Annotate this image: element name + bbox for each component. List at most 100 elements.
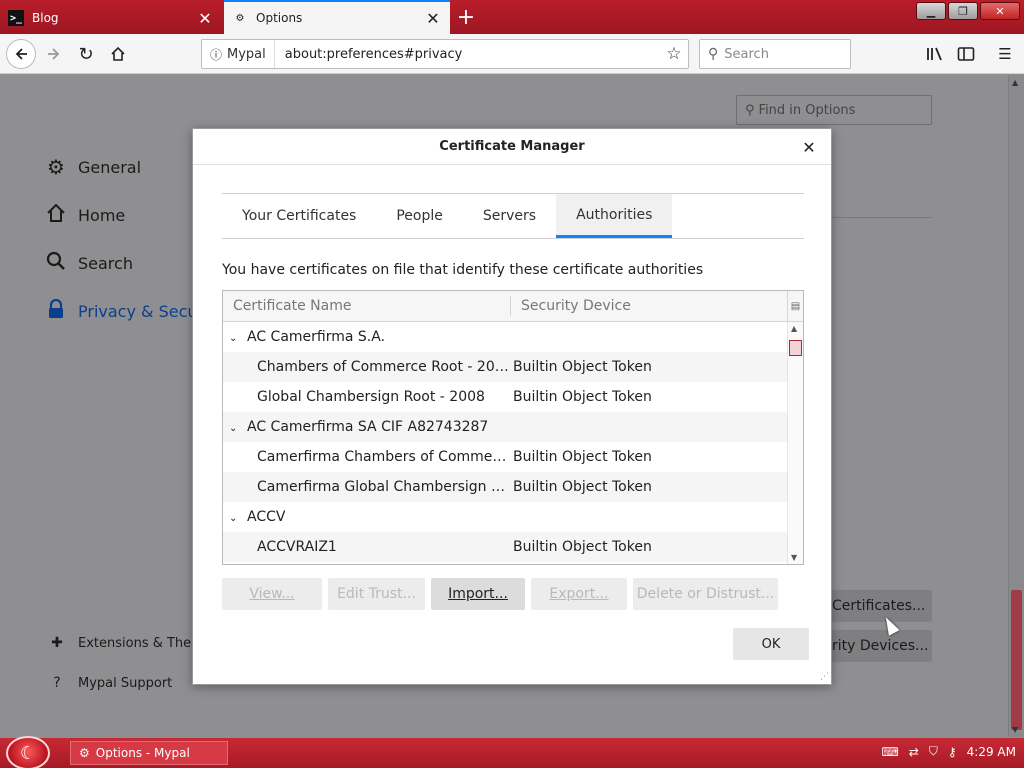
lock-icon: [44, 298, 68, 324]
tree-row[interactable]: ACCVRAIZ1 Builtin Object Token: [223, 532, 787, 562]
reload-button[interactable]: ↻: [72, 40, 100, 68]
gear-icon: ⚙: [79, 746, 90, 760]
search-bar[interactable]: ⚲ Search: [699, 39, 851, 69]
row-device: Builtin Object Token: [513, 449, 652, 465]
chevron-down-icon[interactable]: ⌄: [229, 333, 241, 344]
scroll-up-icon[interactable]: ▲: [791, 324, 797, 333]
ok-button[interactable]: OK: [733, 628, 809, 660]
home-button[interactable]: [104, 40, 132, 68]
view-button[interactable]: View...: [222, 578, 322, 610]
tab-your-certificates[interactable]: Your Certificates: [222, 194, 376, 238]
button-label: Edit Trust...: [337, 586, 416, 602]
close-tab-icon[interactable]: ✕: [424, 9, 442, 28]
column-security-device[interactable]: Security Device: [511, 298, 803, 314]
scroll-thumb[interactable]: [1011, 590, 1022, 730]
close-window-button[interactable]: ✕: [980, 2, 1020, 20]
scroll-up-icon[interactable]: ▲: [1012, 78, 1018, 87]
resize-grip-icon[interactable]: ⋰: [820, 672, 829, 682]
row-name: AC Camerfirma S.A.: [247, 329, 386, 345]
button-label: OK: [761, 636, 781, 652]
url-text[interactable]: about:preferences#privacy: [275, 47, 660, 62]
keyboard-icon[interactable]: ⌨: [881, 745, 898, 759]
url-bar[interactable]: ⓘ Mypal about:preferences#privacy ☆: [201, 39, 689, 69]
tab-options[interactable]: ⚙ Options ✕: [224, 0, 450, 34]
gear-icon: ⚙: [47, 155, 65, 179]
find-in-options-input[interactable]: ⚲ Find in Options: [736, 95, 932, 125]
button-label: Delete or Distrust...: [636, 586, 775, 602]
tab-people[interactable]: People: [376, 194, 463, 238]
category-label: Privacy & Securi: [78, 302, 209, 321]
network-icon[interactable]: ⇄: [909, 745, 919, 759]
support-link[interactable]: ? Mypal Support: [48, 675, 172, 691]
scroll-down-icon[interactable]: ▼: [791, 553, 797, 562]
bookmark-star-icon[interactable]: ☆: [660, 44, 688, 64]
tab-label: Your Certificates: [242, 208, 357, 224]
clock[interactable]: 4:29 AM: [967, 745, 1016, 759]
tree-row[interactable]: Camerfirma Global Chambersign Ro... Buil…: [223, 472, 787, 502]
category-home[interactable]: Home: [44, 203, 125, 228]
category-search[interactable]: Search: [44, 251, 133, 276]
system-tray: ⌨ ⇄ ⛉ ⚷ 4:29 AM: [881, 744, 1016, 759]
tree-row-group[interactable]: ⌄ ACCV: [223, 502, 787, 532]
forward-button[interactable]: [40, 40, 68, 68]
page-scrollbar[interactable]: ▲ ▼: [1008, 75, 1024, 737]
row-name: AC Camerfirma SA CIF A82743287: [247, 419, 489, 435]
row-device: Builtin Object Token: [513, 479, 652, 495]
dialog-header: Certificate Manager ✕: [193, 129, 831, 165]
button-label: Certificates...: [832, 598, 926, 614]
row-device: Builtin Object Token: [513, 359, 652, 375]
new-tab-button[interactable]: +: [452, 4, 480, 30]
section-divider: [832, 217, 932, 218]
close-tab-icon[interactable]: ✕: [196, 9, 214, 28]
chevron-down-icon[interactable]: ⌄: [229, 423, 241, 434]
tree-row[interactable]: Global Chambersign Root - 2008 Builtin O…: [223, 382, 787, 412]
library-icon[interactable]: [922, 42, 948, 66]
minimize-button[interactable]: ▁: [916, 2, 946, 20]
import-button[interactable]: Import...: [431, 578, 525, 610]
certificate-tree[interactable]: Certificate Name Security Device ▤ ⌄ AC C…: [222, 290, 804, 565]
start-button[interactable]: ☾: [6, 736, 50, 768]
tab-authorities[interactable]: Authorities: [556, 194, 673, 238]
menu-icon[interactable]: ☰: [992, 42, 1018, 66]
row-name: Camerfirma Global Chambersign Ro...: [257, 479, 511, 495]
search-icon: ⚲: [745, 102, 755, 118]
identity-label: Mypal: [227, 46, 266, 62]
close-icon[interactable]: ✕: [799, 137, 819, 157]
key-icon[interactable]: ⚷: [948, 745, 957, 759]
site-identity[interactable]: ⓘ Mypal: [202, 40, 275, 68]
scroll-thumb[interactable]: [789, 340, 802, 356]
restore-button[interactable]: ❐: [948, 2, 978, 20]
column-picker-icon[interactable]: ▤: [787, 291, 803, 321]
back-button[interactable]: [6, 39, 36, 69]
tree-row-group[interactable]: ⌄ AC Camerfirma S.A.: [223, 322, 787, 352]
category-privacy[interactable]: Privacy & Securi: [44, 298, 209, 324]
scroll-down-icon[interactable]: ▼: [1012, 725, 1018, 734]
tab-servers[interactable]: Servers: [463, 194, 556, 238]
navigation-toolbar: ↻ ⓘ Mypal about:preferences#privacy ☆ ⚲ …: [0, 34, 1024, 74]
shield-icon[interactable]: ⛉: [929, 744, 938, 759]
export-button[interactable]: Export...: [531, 578, 627, 610]
column-certificate-name[interactable]: Certificate Name: [223, 296, 511, 316]
sidebar-icon[interactable]: [953, 42, 979, 66]
security-devices-button[interactable]: rity Devices...: [828, 630, 932, 662]
chevron-down-icon[interactable]: ⌄: [229, 513, 241, 524]
tree-row[interactable]: Camerfirma Chambers of Commerc... Builti…: [223, 442, 787, 472]
category-label: General: [78, 157, 142, 177]
tree-scrollbar[interactable]: ▲ ▼: [787, 322, 803, 564]
tab-label: People: [396, 208, 443, 224]
tree-row-group[interactable]: ⌄ AC Camerfirma SA CIF A82743287: [223, 412, 787, 442]
row-device: Builtin Object Token: [513, 539, 652, 555]
delete-distrust-button[interactable]: Delete or Distrust...: [633, 578, 778, 610]
row-name: Global Chambersign Root - 2008: [257, 389, 485, 405]
extensions-themes-link[interactable]: ✚ Extensions & Them: [48, 635, 204, 651]
help-icon: ?: [53, 675, 61, 691]
tab-blog[interactable]: >_ Blog ✕: [0, 2, 222, 34]
link-label: Mypal Support: [78, 675, 173, 691]
search-placeholder: Search: [724, 46, 769, 62]
taskbar-item-options[interactable]: ⚙ Options - Mypal: [70, 741, 228, 765]
view-certificates-button[interactable]: Certificates...: [828, 590, 932, 622]
category-general[interactable]: ⚙ General: [44, 155, 141, 179]
search-icon: [44, 251, 68, 276]
edit-trust-button[interactable]: Edit Trust...: [328, 578, 425, 610]
tree-row[interactable]: Chambers of Commerce Root - 2008 Builtin…: [223, 352, 787, 382]
